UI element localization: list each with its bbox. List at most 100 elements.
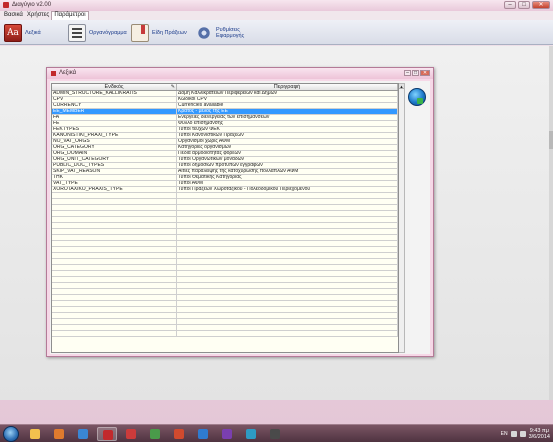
taskbar-app-explorer[interactable]	[25, 427, 45, 441]
menu-users[interactable]: Χρήστες	[25, 11, 51, 20]
empty-cell	[177, 211, 398, 216]
empty-cell	[177, 223, 398, 228]
filter-icon[interactable]: ✎	[171, 84, 175, 90]
grid-scrollbar[interactable]: ▲	[399, 83, 405, 353]
dialog-maximize-button[interactable]: □	[412, 70, 419, 76]
empty-cell	[52, 313, 177, 318]
cell-description: Currencies available	[177, 103, 398, 108]
empty-cell	[52, 301, 177, 306]
taskbar-app-media-player[interactable]	[49, 427, 69, 441]
cell-code: ORG_CATEGORY	[52, 145, 177, 150]
empty-cell	[52, 259, 177, 264]
empty-cell	[177, 319, 398, 324]
refresh-globe-button[interactable]	[408, 88, 426, 106]
menu-basics[interactable]: Βασικά	[2, 11, 25, 20]
dialog-title: Λεξικά	[59, 70, 77, 76]
empty-cell	[52, 277, 177, 282]
empty-cell	[177, 307, 398, 312]
ribbon-orgchart-label: Οργανόγραμμα	[89, 29, 127, 36]
taskbar-app-app-2[interactable]	[121, 427, 141, 441]
clock-date: 3/6/2014	[528, 434, 550, 440]
cell-code: FEKTYPES	[52, 127, 177, 132]
menu-parameters[interactable]: Παράμετροι	[51, 11, 89, 20]
app-5-icon	[198, 429, 208, 439]
dialog-titlebar: Λεξικά – □ ✕	[47, 68, 433, 79]
column-header-code-label: Ενδικός	[104, 84, 124, 90]
empty-cell	[177, 235, 398, 240]
empty-cell	[52, 325, 177, 330]
app-3-icon	[150, 429, 160, 439]
cell-code: VAT_TYPE	[52, 181, 177, 186]
empty-cell	[52, 211, 177, 216]
ribbon-settings-button[interactable]: Ρυθμίσεις Εφαρμογής	[195, 22, 244, 43]
network-icon[interactable]	[510, 431, 517, 437]
taskbar-app-app-4[interactable]	[169, 427, 189, 441]
empty-cell	[52, 331, 177, 336]
app-4-icon	[174, 429, 184, 439]
close-button[interactable]: ✕	[532, 1, 550, 9]
ribbon-dictionaries-button[interactable]: Aa Λεξικά	[4, 22, 41, 43]
taskbar-app-app-3[interactable]	[145, 427, 165, 441]
empty-cell	[52, 199, 177, 204]
empty-cell	[177, 205, 398, 210]
language-indicator[interactable]: EN	[501, 431, 508, 437]
cell-code: KANONISTIKI_PRAXI_TYPE	[52, 133, 177, 138]
org-chart-icon	[68, 23, 86, 42]
dialog-controls: – □ ✕	[404, 70, 430, 76]
empty-cell	[177, 229, 398, 234]
taskbar-app-app-7[interactable]	[241, 427, 261, 441]
dialog-close-button[interactable]: ✕	[420, 70, 430, 76]
column-header-description[interactable]: Περιγραφή	[177, 84, 398, 90]
taskbar-app-app-5[interactable]	[193, 427, 213, 441]
app-logo-icon	[3, 2, 9, 8]
taskbar-app-app-active[interactable]	[97, 427, 117, 441]
grid-header: Ενδικός ✎ Περιγραφή	[52, 84, 398, 91]
ribbon-orgchart-button[interactable]: Οργανόγραμμα	[68, 22, 127, 43]
empty-cell	[177, 283, 398, 288]
media-player-icon	[54, 429, 64, 439]
empty-cell	[52, 289, 177, 294]
empty-cell	[52, 307, 177, 312]
maximize-button[interactable]: □	[518, 1, 530, 9]
dialog-app-icon	[51, 71, 56, 76]
cell-description: Οργανισμοί χωρίς ΑΦΜ	[177, 139, 398, 144]
empty-cell	[177, 247, 398, 252]
cell-description: Τύποι Πράξεων Χωροταξικού - Πολεοδομικού…	[177, 187, 398, 192]
start-button[interactable]	[3, 426, 19, 442]
cell-description: Κατηγορίες οργανισμών	[177, 145, 398, 150]
cell-description: Δομή Καλλικράτειων Περιφερειών και Δήμων	[177, 91, 398, 96]
empty-cell	[52, 229, 177, 234]
ribbon-toolbar: Aa Λεξικά Οργανόγραμμα Είδη Πράξεων Ρυθμ…	[0, 20, 553, 45]
empty-cell	[177, 295, 398, 300]
app-titlebar: Διαγύγιο v2.00 – □ ✕	[0, 0, 553, 11]
ribbon-act-types-button[interactable]: Είδη Πράξεων	[131, 22, 187, 43]
empty-cell	[52, 235, 177, 240]
cell-code: CPV	[52, 97, 177, 102]
workspace-scrollbar[interactable]	[549, 46, 553, 400]
taskbar-app-browser[interactable]	[73, 427, 93, 441]
taskbar-app-app-8[interactable]	[265, 427, 285, 441]
taskbar-app-app-6[interactable]	[217, 427, 237, 441]
volume-icon[interactable]	[519, 431, 526, 437]
cell-code: ADMIN_STRUCTURE_KALLIKRATIS	[52, 91, 177, 96]
empty-cell	[52, 217, 177, 222]
empty-cell	[52, 265, 177, 270]
empty-cell	[177, 193, 398, 198]
app-6-icon	[222, 429, 232, 439]
dialog-minimize-button[interactable]: –	[404, 70, 411, 76]
empty-cell	[52, 283, 177, 288]
dictionary-grid: Ενδικός ✎ Περιγραφή ADMIN_STRUCTURE_KALL…	[51, 83, 399, 353]
column-header-code[interactable]: Ενδικός ✎	[52, 84, 177, 90]
ribbon-settings-label: Ρυθμίσεις Εφαρμογής	[216, 26, 245, 39]
cell-description: Φύλλο επισήμανσης	[177, 121, 398, 126]
scroll-up-icon[interactable]: ▲	[399, 84, 404, 89]
ribbon-act-types-label: Είδη Πράξεων	[152, 29, 187, 36]
empty-cell	[177, 325, 398, 330]
cell-description: Τύποι Οργανωτικών μονάδων	[177, 157, 398, 162]
cell-description: Τύποι Κανονιστικών Πράξεων	[177, 133, 398, 138]
minimize-button[interactable]: –	[504, 1, 516, 9]
browser-icon	[78, 429, 88, 439]
clock[interactable]: 9:43 πμ 3/6/2014	[529, 428, 550, 440]
cell-description: Τύποι δημοσίων πρότυπων εγγράφων	[177, 163, 398, 168]
column-header-description-label: Περιγραφή	[273, 84, 301, 90]
